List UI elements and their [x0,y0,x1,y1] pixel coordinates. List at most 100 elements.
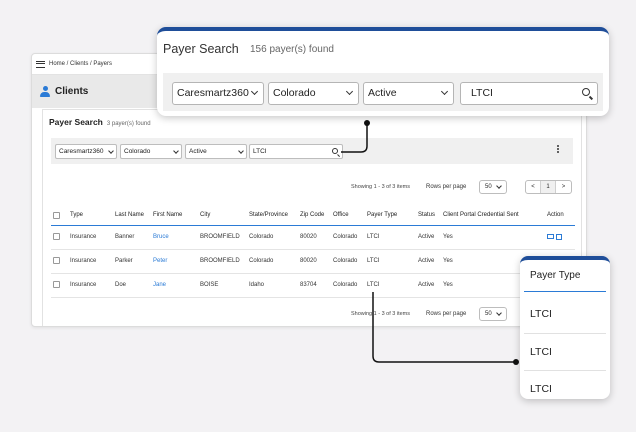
zip-cell: 83704 [298,273,331,298]
payer-type-zoom-callout: Payer Type LTCI LTCI LTCI [520,256,610,399]
table-row[interactable]: Insurance Parker Peter BROOMFIELD Colora… [51,249,575,274]
rows-per-page-label-bottom: Rows per page [426,311,467,317]
last-name-cell: Parker [113,249,151,274]
mail-icon[interactable] [547,234,554,240]
state-select[interactable]: Colorado [120,144,182,159]
action-cell [545,225,575,250]
office-cell: Colorado [331,273,365,298]
status-cell: Active [416,225,441,250]
first-name-link[interactable]: Peter [151,249,198,274]
column-header[interactable]: City [198,206,247,226]
column-header[interactable]: Type [68,206,113,226]
chevron-down-icon [250,87,259,96]
column-header[interactable]: Status [416,206,441,226]
row-divider [524,333,606,334]
row-checkbox-cell [51,225,68,250]
select-all-checkbox[interactable] [53,211,60,219]
search-icon[interactable] [332,148,338,154]
city-cell: BROOMFIELD [198,225,247,250]
filter-bar: Caresmartz360 Colorado Active LTCI [51,138,573,164]
zoom-payer-type-value: LTCI [530,383,552,395]
payer-type-cell: LTCI [365,225,416,250]
showing-count-top: Showing 1 - 3 of 3 items [351,184,411,190]
first-name-link[interactable]: Jane [151,273,198,298]
breadcrumb[interactable]: Home / Clients / Payers [49,61,112,67]
search-input-value: LTCI [253,148,267,155]
zoom-state-value: Colorado [273,87,316,99]
office-cell: Colorado [331,225,365,250]
chevron-down-icon [238,148,244,154]
row-divider [524,370,606,371]
chevron-down-icon [440,87,449,96]
office-cell: Colorado [331,249,365,274]
column-header: Action [545,206,575,226]
payer-type-cell: LTCI [365,249,416,274]
type-cell: Insurance [68,249,113,274]
table-header-row: Type Last Name First Name City State/Pro… [51,206,575,226]
state-cell: Colorado [247,225,298,250]
type-cell: Insurance [68,225,113,250]
current-page-button[interactable]: 1 [541,181,556,193]
person-icon [40,86,50,97]
first-name-link[interactable]: Bruce [151,225,198,250]
column-header[interactable]: Office [331,206,365,226]
chevron-down-icon [173,148,179,154]
column-header[interactable]: Payer Type [365,206,416,226]
company-select[interactable]: Caresmartz360 [55,144,117,159]
prev-page-button[interactable]: < [526,181,541,193]
zoom-payer-type-header: Payer Type [530,270,581,281]
chevron-down-icon [496,183,502,189]
search-icon[interactable] [582,88,590,96]
status-select-value: Active [189,148,207,155]
rows-per-page-select-bottom[interactable]: 50 [479,307,507,321]
zoom-status-value: Active [368,87,397,99]
row-checkbox-cell [51,249,68,274]
row-checkbox[interactable] [53,233,60,241]
zoom-search-value: LTCI [471,87,493,99]
select-all-checkbox-cell [51,206,68,226]
zoom-search-input[interactable]: LTCI [460,82,598,105]
status-select[interactable]: Active [185,144,247,159]
row-checkbox[interactable] [53,281,60,289]
rows-per-page-label-top: Rows per page [426,184,467,190]
zip-cell: 80020 [298,249,331,274]
zoom-status-select[interactable]: Active [363,82,454,105]
type-cell: Insurance [68,273,113,298]
zoom-search-title: Payer Search [163,42,239,56]
edit-icon[interactable] [556,233,562,240]
zoom-company-select[interactable]: Caresmartz360 [172,82,264,105]
zoom-state-select[interactable]: Colorado [268,82,359,105]
table-row[interactable]: Insurance Doe Jane BOISE Idaho 83704 Col… [51,273,575,298]
showing-count-bottom: Showing 1 - 3 of 3 items [351,311,411,317]
chevron-down-icon [496,310,502,316]
credential-sent-cell: Yes [441,225,545,250]
zoom-payer-type-value: LTCI [530,308,552,320]
row-checkbox[interactable] [53,257,60,265]
company-select-value: Caresmartz360 [59,148,104,155]
rows-per-page-value-top: 50 [485,184,492,190]
state-cell: Colorado [247,249,298,274]
column-header[interactable]: Last Name [113,206,151,226]
payer-count: 3 payer(s) found [106,121,151,127]
status-cell: Active [416,249,441,274]
column-header[interactable]: Zip Code [298,206,331,226]
last-name-cell: Doe [113,273,151,298]
next-page-button[interactable]: > [556,181,571,193]
state-select-value: Colorado [124,148,151,155]
hamburger-menu-icon[interactable] [36,60,45,68]
zoom-payer-count: 156 payer(s) found [250,44,334,55]
rows-per-page-select-top[interactable]: 50 [479,180,507,194]
column-header[interactable]: First Name [151,206,198,226]
payer-search-panel: Payer Search 3 payer(s) found Caresmartz… [42,109,582,326]
section-title: Clients [55,86,89,97]
column-header[interactable]: State/Province [247,206,298,226]
column-header[interactable]: Client Portal Credential Sent [441,206,545,226]
payer-search-zoom-callout: Payer Search 156 payer(s) found Caresmar… [157,27,609,116]
table-row[interactable]: Insurance Banner Bruce BROOMFIELD Colora… [51,225,575,250]
state-cell: Idaho [247,273,298,298]
more-options-icon[interactable] [557,145,559,154]
search-input[interactable]: LTCI [249,144,343,159]
chevron-down-icon [108,148,114,154]
city-cell: BOISE [198,273,247,298]
panel-title: Payer Search [49,117,103,127]
